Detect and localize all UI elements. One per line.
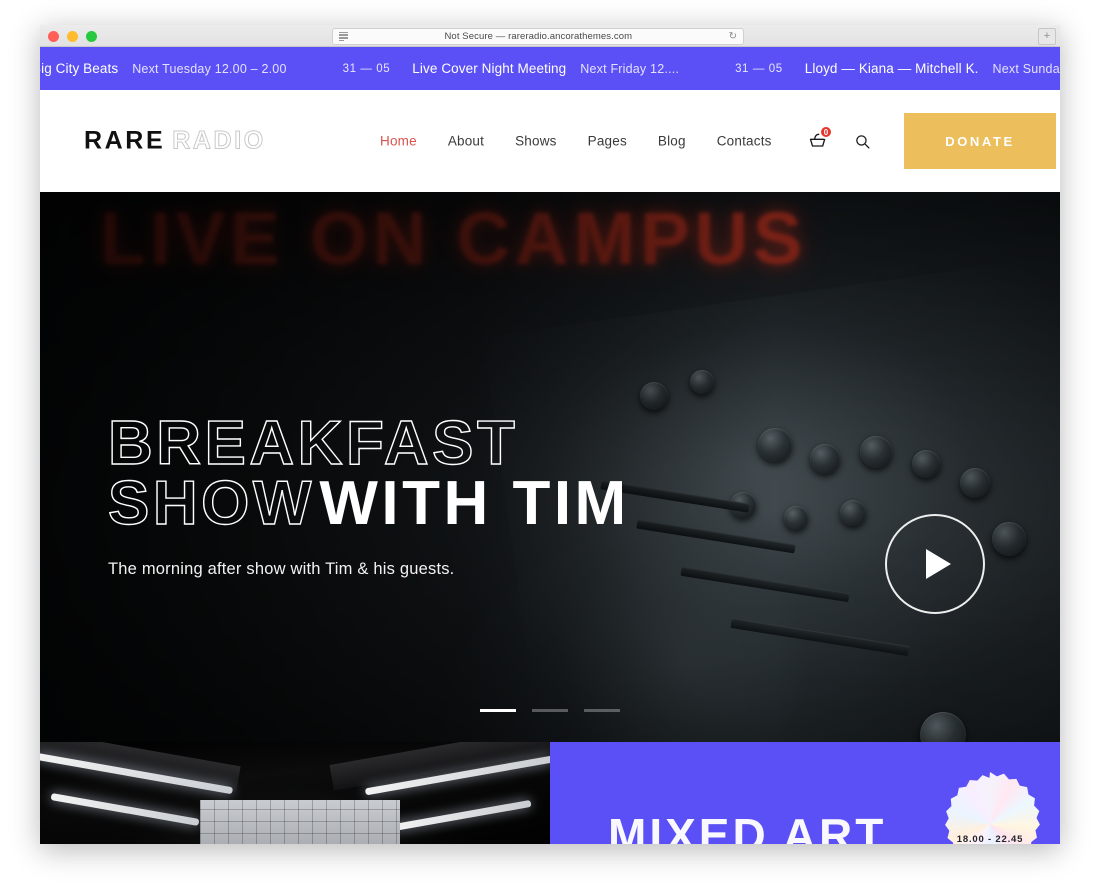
ticker-item-time: Next Tuesday 12.00 – 2.00 <box>132 61 287 76</box>
window-controls <box>48 31 97 42</box>
ticker-item-time: Next Friday 12.... <box>580 61 680 76</box>
search-icon <box>855 134 870 149</box>
minimize-window-button[interactable] <box>67 31 78 42</box>
hero-title-breakfast: BREAKFAST <box>107 409 519 478</box>
nav-item-home[interactable]: Home <box>380 134 417 149</box>
slider-dot-1[interactable] <box>480 709 516 712</box>
main-navigation: Home About Shows Pages Blog Contacts <box>380 134 772 149</box>
ticker-item-title: Live Cover Night Meeting <box>412 61 567 76</box>
browser-window: Not Secure — rareradio.ancorathemes.com … <box>40 25 1060 844</box>
schedule-ticker[interactable]: Big City Beats Next Tuesday 12.00 – 2.00… <box>40 47 1060 90</box>
ticker-item-title: Lloyd — Kiana — Mitchell K. <box>804 61 979 76</box>
logo-secondary-text: RADIO <box>172 126 266 155</box>
ticker-item[interactable]: Live Cover Night Meeting Next Friday 12.… <box>412 61 804 76</box>
site-logo[interactable]: RARE RADIO <box>84 126 266 156</box>
ticker-item[interactable]: Lloyd — Kiana — Mitchell K. Next Sunday…… <box>805 61 1060 76</box>
reload-icon[interactable]: ↻ <box>729 31 737 42</box>
lower-right-title: MIXED ART <box>608 809 887 844</box>
ticker-item-date: 31 — 05 <box>342 62 391 75</box>
cart-count-badge: 0 <box>819 125 833 139</box>
lower-left-image[interactable] <box>40 742 550 844</box>
slider-dot-3[interactable] <box>584 709 620 712</box>
reader-view-icon[interactable] <box>339 31 348 42</box>
logo-primary-text: RARE <box>84 126 166 155</box>
starburst-badge: 18.00 - 22.45 24 — 09 <box>945 772 1040 844</box>
hero-title-line-2: SHOW WITH TIM <box>107 472 630 535</box>
url-text: Not Secure — rareradio.ancorathemes.com <box>444 31 633 42</box>
cart-button[interactable]: 0 <box>801 124 835 158</box>
ticker-track: Big City Beats Next Tuesday 12.00 – 2.00… <box>40 61 1060 76</box>
nav-item-blog[interactable]: Blog <box>658 134 686 149</box>
browser-titlebar: Not Secure — rareradio.ancorathemes.com … <box>40 25 1060 47</box>
play-icon <box>926 549 951 579</box>
nav-item-shows[interactable]: Shows <box>515 134 557 149</box>
badge-time: 18.00 - 22.45 <box>956 834 1024 844</box>
site-header: RARE RADIO Home About Shows Pages Blog C… <box>40 90 1060 192</box>
address-bar[interactable]: Not Secure — rareradio.ancorathemes.com … <box>332 28 744 45</box>
hero-slider: LIVE ON CAMPUS BREAKFAST SHOW WITH TIM T… <box>40 192 1060 742</box>
nav-item-about[interactable]: About <box>448 134 484 149</box>
zoom-window-button[interactable] <box>86 31 97 42</box>
new-tab-button[interactable]: + <box>1038 28 1056 45</box>
hero-subtitle: The morning after show with Tim & his gu… <box>108 560 455 579</box>
slider-dot-2[interactable] <box>532 709 568 712</box>
hero-title-with-tim: WITH TIM <box>319 469 630 539</box>
hero-title-line-1: BREAKFAST <box>107 412 630 475</box>
search-button[interactable] <box>845 124 879 158</box>
hero-title-show: SHOW <box>107 469 315 539</box>
lower-section: MIXED ART 18.00 - 22.45 24 — 09 <box>40 742 1060 844</box>
ticker-item-date: 31 — 05 <box>735 62 783 75</box>
nav-item-contacts[interactable]: Contacts <box>717 134 772 149</box>
ticker-item-time: Next Sunday… <box>992 61 1060 76</box>
donate-button[interactable]: DONATE <box>904 113 1056 169</box>
ticker-item[interactable]: Big City Beats Next Tuesday 12.00 – 2.00… <box>40 61 412 76</box>
nav-item-pages[interactable]: Pages <box>588 134 627 149</box>
hero-play-button[interactable] <box>885 514 985 614</box>
ticker-item-title: Big City Beats <box>40 61 119 76</box>
lower-right-panel[interactable]: MIXED ART 18.00 - 22.45 24 — 09 <box>550 742 1060 844</box>
hero-slider-pagination <box>40 709 1060 712</box>
header-actions: 0 DONATE <box>801 113 1058 169</box>
page-viewport: Big City Beats Next Tuesday 12.00 – 2.00… <box>40 47 1060 844</box>
close-window-button[interactable] <box>48 31 59 42</box>
hero-content: BREAKFAST SHOW WITH TIM The morning afte… <box>107 412 630 579</box>
